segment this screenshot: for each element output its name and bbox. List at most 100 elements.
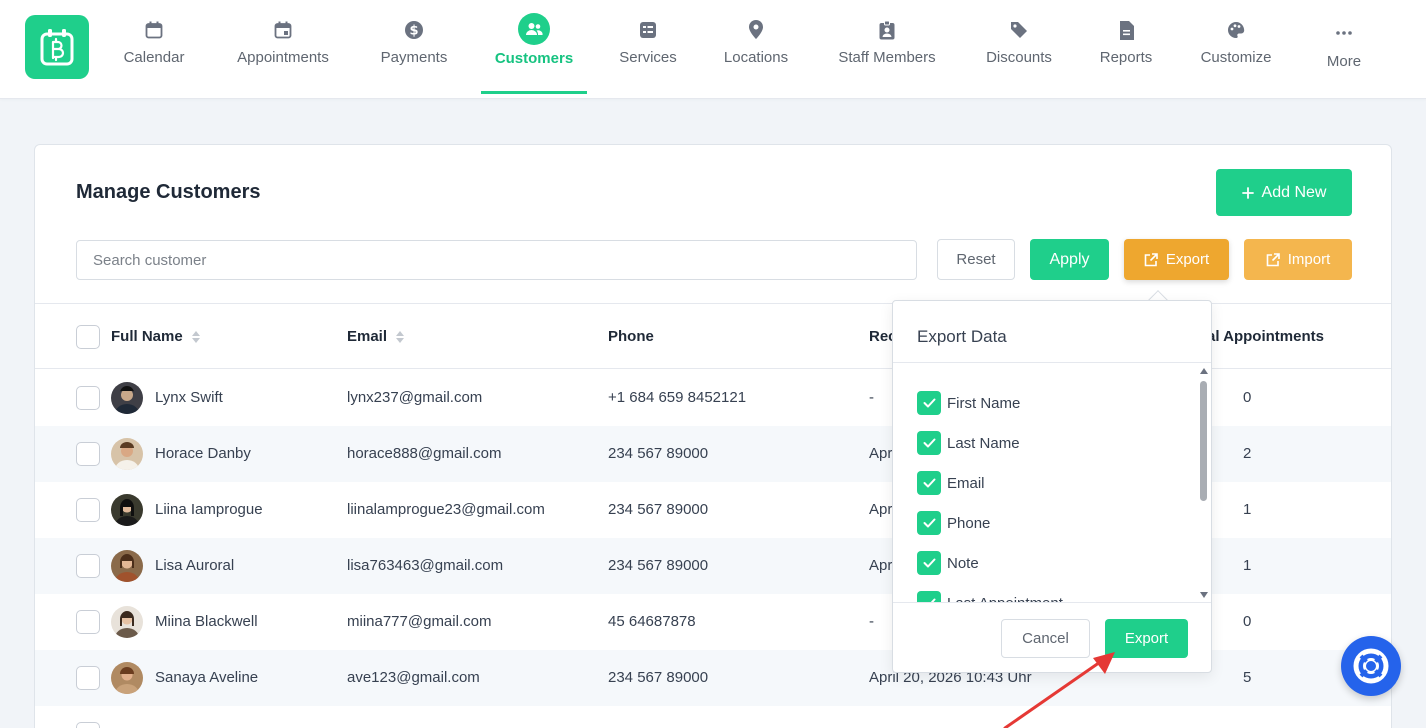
row-checkbox[interactable] [76,610,100,634]
column-email[interactable]: Email [347,328,405,345]
customer-appointments: 2 [1243,445,1252,462]
customer-appointments: 0 [1243,389,1252,406]
checkbox-checked[interactable] [917,431,941,455]
apply-button[interactable]: Apply [1030,239,1109,280]
nav-label: Customize [1200,49,1272,66]
check-icon [923,518,935,528]
external-link-icon [1144,252,1158,266]
avatar [111,606,143,638]
customer-phone: +1 684 659 8452121 [608,389,747,406]
external-link-icon [1266,252,1280,266]
customer-phone: 234 567 89000 [608,501,709,518]
search-input[interactable] [76,240,917,280]
row-checkbox[interactable] [76,386,100,410]
confirm-export-label: Export [1124,630,1169,647]
export-field-last-name[interactable]: Last Name [917,430,1020,456]
check-icon [923,438,935,448]
nav-label: Reports [1099,49,1153,66]
reset-label: Reset [956,251,996,268]
export-data-popover: Export Data First Name Last Name Email P… [892,300,1212,673]
avatar [111,438,143,470]
row-checkbox[interactable] [76,554,100,578]
export-button[interactable]: Export [1124,239,1229,280]
nav-calendar[interactable]: Calendar [112,0,196,94]
select-all-checkbox[interactable] [76,325,100,349]
help-button[interactable] [1341,636,1401,696]
customer-appointments: 1 [1243,557,1252,574]
nav-discounts[interactable]: Discounts [978,0,1060,94]
customer-phone: 234 567 89000 [608,445,709,462]
top-navigation-bar: Calendar Appointments $ Payments Custome… [0,0,1426,99]
logo-icon [40,29,74,66]
customer-name: Lynx Swift [155,389,223,406]
export-field-phone[interactable]: Phone [917,510,990,536]
customer-phone: 234 567 89000 [608,557,709,574]
customer-name: Liina Iamprogue [155,501,263,518]
app-logo[interactable] [25,15,89,79]
customer-email: ave123@gmail.com [347,669,480,686]
row-checkbox[interactable] [76,722,100,728]
nav-more[interactable]: More [1320,0,1368,94]
row-checkbox[interactable] [76,666,100,690]
customer-email: lisa763463@gmail.com [347,557,504,574]
scroll-up-arrow-icon[interactable] [1199,367,1209,375]
column-label: Full Name [111,328,183,345]
checkbox-checked[interactable] [917,391,941,415]
popover-title: Export Data [917,327,1007,346]
customer-name: Horace Danby [155,445,251,462]
scrollbar-thumb[interactable] [1200,381,1207,501]
nav-services[interactable]: Services [612,0,684,94]
checkbox-checked[interactable] [917,471,941,495]
calendar-check-icon [274,21,292,39]
export-field-email[interactable]: Email [917,470,985,496]
customer-email: horace888@gmail.com [347,445,502,462]
nav-label: Payments [380,49,448,66]
checkbox-checked[interactable] [917,511,941,535]
ellipsis-icon [1336,31,1352,35]
nav-customize[interactable]: Customize [1194,0,1278,94]
field-label: First Name [947,394,1021,412]
file-icon [1119,20,1134,40]
add-new-button[interactable]: Add New [1216,169,1352,216]
export-field-first-name[interactable]: First Name [917,390,1020,416]
customer-email: liinalamprogue23@gmail.com [347,501,545,518]
column-full-name[interactable]: Full Name [111,328,201,345]
sort-icon [191,330,200,343]
field-label: Note [947,554,979,572]
import-button[interactable]: Import [1244,239,1352,280]
reset-button[interactable]: Reset [937,239,1015,280]
nav-staff-members[interactable]: Staff Members [830,0,944,94]
customer-registered: Apr [869,501,893,518]
customer-name: Miina Blackwell [155,613,258,630]
customer-registered: Apr [869,557,893,574]
table-row[interactable] [35,706,1391,728]
plus-icon [1241,186,1254,199]
nav-appointments[interactable]: Appointments [228,0,338,94]
field-label: Email [947,474,985,492]
nav-label: Services [619,49,677,66]
row-checkbox[interactable] [76,498,100,522]
column-label: Phone [608,328,654,345]
nav-locations[interactable]: Locations [716,0,796,94]
add-new-label: Add New [1261,183,1327,201]
sort-icon [396,330,405,343]
avatar [111,550,143,582]
nav-customers[interactable]: Customers [481,0,587,94]
export-field-list[interactable]: First Name Last Name Email Phone Note La… [893,363,1211,603]
dollar-icon: $ [405,21,423,39]
palette-icon [1228,22,1245,38]
export-field-note[interactable]: Note [917,550,979,576]
row-checkbox[interactable] [76,442,100,466]
location-pin-icon [749,20,763,39]
users-icon [526,23,543,35]
divider [893,602,1211,603]
nav-reports[interactable]: Reports [1092,0,1160,94]
avatar [111,494,143,526]
apply-label: Apply [1049,250,1090,268]
scroll-down-arrow-icon[interactable] [1199,591,1209,599]
column-label: Email [347,328,388,345]
field-label: Phone [947,514,991,532]
nav-payments[interactable]: $ Payments [370,0,458,94]
customer-phone: 45 64687878 [608,613,696,630]
checkbox-checked[interactable] [917,551,941,575]
